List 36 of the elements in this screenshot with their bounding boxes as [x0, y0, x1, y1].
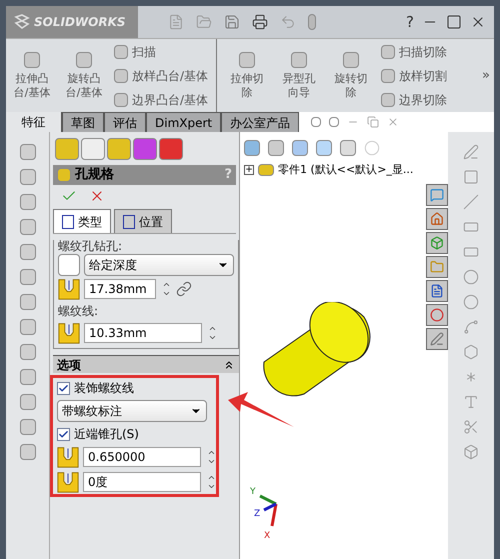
ribbon-tab[interactable]: 草图	[62, 112, 104, 132]
diameter-field[interactable]: 0.650000	[83, 447, 201, 467]
ribbon-button[interactable]: 旋转凸台/基体	[62, 52, 106, 100]
panel-header: 孔规格 ?	[53, 165, 236, 185]
ribbon-button[interactable]: 旋转切除	[329, 52, 374, 100]
group-label: 螺纹孔钻孔:	[58, 240, 124, 252]
ribbon-button[interactable]: 放样切割	[381, 66, 448, 84]
more-icon[interactable]: »	[482, 66, 490, 86]
expand-icon[interactable]: +	[244, 165, 254, 176]
ribbon-tab[interactable]: 办公室产品	[221, 112, 300, 132]
checkbox-label: 近端锥孔(S)	[74, 426, 139, 443]
section-header[interactable]: 选项	[53, 355, 239, 373]
checkbox-label: 装饰螺纹线	[74, 380, 134, 397]
ribbon-button[interactable]: 放样凸台/基体	[114, 66, 208, 84]
thread-depth-field[interactable]: 10.33mm	[84, 323, 202, 343]
depth-field[interactable]: 17.38mm	[84, 279, 156, 299]
panel-tab[interactable]: 类型	[53, 209, 111, 233]
panel-tab[interactable]: 位置	[114, 209, 172, 233]
angle-field[interactable]: 0度	[83, 472, 201, 492]
logo: SOLIDWORKS	[6, 6, 138, 38]
ribbon-button[interactable]: 拉伸凸台/基体	[10, 52, 54, 100]
help-icon[interactable]: ?	[406, 10, 414, 34]
ribbon-button[interactable]: 拉伸切除	[225, 52, 270, 100]
tree-item[interactable]: 零件1 (默认<<默认>_显...	[278, 162, 414, 178]
ribbon-button[interactable]: 扫描	[114, 42, 208, 60]
axis-triad-drawing: Y Z X	[248, 484, 288, 540]
ribbon-button[interactable]: 边界凸台/基体	[114, 90, 208, 108]
ribbon-tab[interactable]: 特征	[6, 112, 62, 132]
ribbon-tab[interactable]: DimXpert	[146, 112, 222, 132]
ribbon-button[interactable]: 扫描切除	[381, 42, 448, 60]
ribbon-tab[interactable]: 评估	[104, 112, 146, 132]
ribbon-button[interactable]: 异型孔向导	[277, 52, 322, 100]
field-label: 螺纹线:	[58, 303, 100, 320]
end-condition-dropdown[interactable]: 给定深度	[84, 254, 234, 276]
callout-dropdown[interactable]: 带螺纹标注	[57, 400, 207, 422]
ribbon-button[interactable]: 边界切除	[381, 90, 448, 108]
